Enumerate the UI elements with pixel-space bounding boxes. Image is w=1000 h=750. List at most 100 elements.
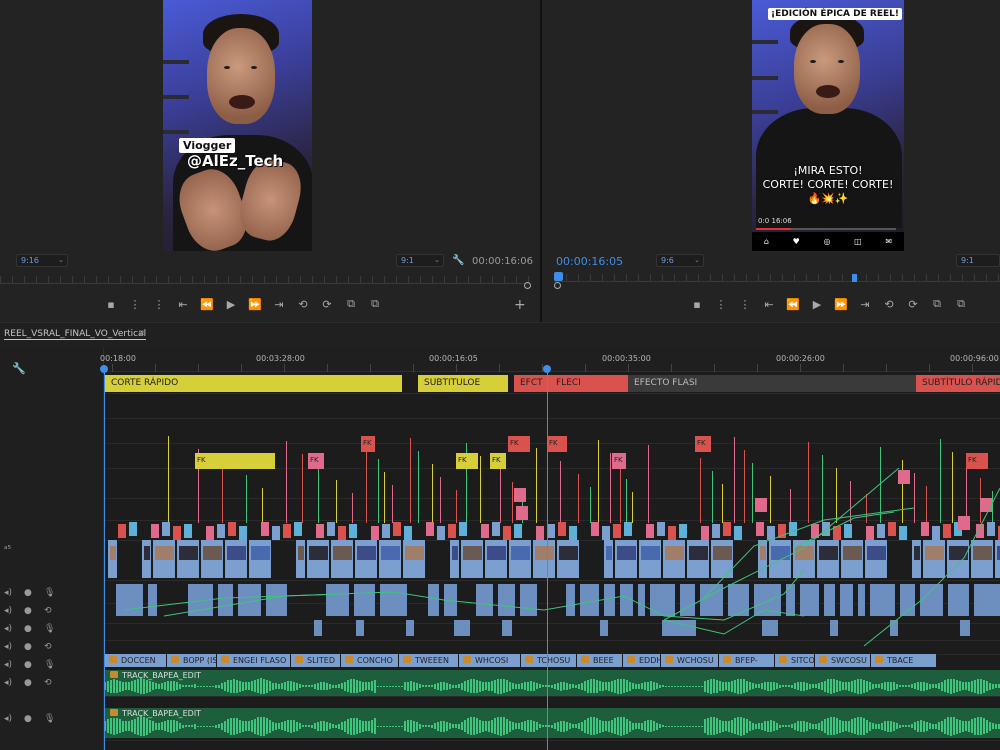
waveform-bar [458, 723, 460, 729]
wrench-icon[interactable]: 🔧 [452, 255, 464, 266]
step-forward-button[interactable]: ⏩ [248, 298, 262, 311]
add-button-icon[interactable]: + [514, 297, 526, 313]
sync-lock-icon[interactable]: ⟲ [44, 642, 52, 652]
compare-button[interactable]: ⧉ [954, 297, 968, 311]
audio-clip[interactable]: ENGEI FLASO [217, 654, 291, 667]
voiceover-mic-icon[interactable]: 🎙 [44, 624, 55, 634]
program-scrub-bar[interactable] [554, 274, 1000, 282]
mute-track-icon[interactable]: ◂) [4, 624, 12, 634]
mark-out-button[interactable]: ⋮ [738, 298, 752, 311]
solo-track-icon[interactable]: ● [24, 624, 32, 634]
program-playhead-handle[interactable] [852, 274, 857, 282]
sync-lock-icon[interactable]: ⟲ [44, 606, 52, 616]
sequence-tab[interactable]: REEL_VSRAL_FINAL_VO_Vertical [4, 329, 147, 340]
audio-clip[interactable]: TBACE [871, 654, 937, 667]
waveform-bar [302, 685, 304, 687]
stop-button[interactable]: ▪ [690, 298, 704, 311]
audio-clip[interactable]: SLITED [291, 654, 341, 667]
voiceover-mic-icon[interactable]: 🎙 [44, 588, 55, 598]
export-frame-button[interactable]: ⧉ [344, 297, 358, 311]
playhead-handle[interactable] [543, 365, 551, 373]
insert-button[interactable]: ⟲ [296, 298, 310, 311]
audio-track-2[interactable]: TRACK_BAPEA_EDIT [104, 708, 1000, 738]
lift-button[interactable]: ⟲ [882, 298, 896, 311]
waveform-bar [785, 725, 787, 727]
solo-track-icon[interactable]: ● [24, 642, 32, 652]
keyframe-lines [123, 467, 1000, 647]
audio-track-1[interactable]: TRACK_BAPEA_EDIT [104, 670, 1000, 696]
audio-clip[interactable]: SITCO [775, 654, 815, 667]
source-scrub-bar[interactable] [0, 276, 530, 284]
waveform-bar [788, 685, 790, 687]
step-forward-button[interactable]: ⏩ [834, 298, 848, 311]
audio-clip[interactable]: DOCCEN [105, 654, 167, 667]
go-to-out-button[interactable]: ⇥ [272, 298, 286, 311]
compare-button[interactable]: ⧉ [368, 297, 382, 311]
solo-track-icon[interactable]: ● [24, 660, 32, 670]
go-to-in-button[interactable]: ⇤ [762, 298, 776, 311]
program-fit-dropdown[interactable]: 9:6 ⌄ [656, 254, 704, 267]
waveform-bar [626, 680, 628, 692]
waveform-bar [698, 685, 700, 687]
audio-clip[interactable]: EDDHO [623, 654, 661, 667]
mute-track-icon[interactable]: ◂) [4, 660, 12, 670]
waveform-bar [440, 681, 442, 691]
export-frame-button[interactable]: ⧉ [930, 297, 944, 311]
waveform-bar [389, 725, 391, 727]
chevron-down-icon: ⌄ [434, 256, 440, 264]
source-quality-dropdown[interactable]: 9:1 ⌄ [396, 254, 444, 267]
source-fit-dropdown[interactable]: 9:16 ⌄ [16, 254, 68, 267]
step-back-button[interactable]: ⏪ [200, 298, 214, 311]
go-to-out-button[interactable]: ⇥ [858, 298, 872, 311]
step-back-button[interactable]: ⏪ [786, 298, 800, 311]
source-out-handle[interactable] [524, 282, 531, 289]
play-button[interactable]: ▶ [224, 298, 238, 311]
solo-track-icon[interactable]: ● [24, 606, 32, 616]
audio-clip[interactable]: BEEE [577, 654, 623, 667]
mute-track-icon[interactable]: ◂) [4, 588, 12, 598]
program-video-frame[interactable]: ¡EDICIÓN ÉPICA DE REEL! ¡MIRA ESTO! CORT… [752, 0, 904, 251]
mark-in-button[interactable]: ⋮ [128, 298, 142, 311]
audio-clip[interactable]: CONCHO [341, 654, 399, 667]
audio-clip[interactable]: TWEEEN [399, 654, 459, 667]
waveform-bar [266, 679, 268, 693]
go-to-in-button[interactable]: ⇤ [176, 298, 190, 311]
mark-out-button[interactable]: ⋮ [152, 298, 166, 311]
program-timecode[interactable]: 00:00:16:05 [556, 255, 623, 268]
mark-in-button[interactable]: ⋮ [714, 298, 728, 311]
voiceover-mic-icon[interactable]: 🎙 [44, 714, 55, 724]
audio-clip[interactable]: BOPP (IS [167, 654, 217, 667]
program-quality-dropdown[interactable]: 9:1 [956, 254, 1000, 267]
audio-clip[interactable]: TCHOSU [521, 654, 577, 667]
overwrite-button[interactable]: ⟳ [320, 298, 334, 311]
stop-button[interactable]: ▪ [104, 298, 118, 311]
program-start-handle[interactable] [554, 282, 561, 289]
waveform-bar [713, 717, 715, 735]
mute-track-icon[interactable]: ◂) [4, 714, 12, 724]
mute-track-icon[interactable]: ◂) [4, 678, 12, 688]
audio-track-name: TRACK_BAPEA_EDIT [110, 709, 201, 718]
program-in-handle[interactable] [554, 272, 563, 281]
source-video-frame[interactable]: Viogger @AlEz_Tech [163, 0, 312, 251]
waveform-bar [539, 724, 541, 728]
solo-track-icon[interactable]: ● [24, 678, 32, 688]
voiceover-mic-icon[interactable]: 🎙 [44, 660, 55, 670]
solo-track-icon[interactable]: ● [24, 588, 32, 598]
sync-lock-icon[interactable]: ⟲ [44, 678, 52, 688]
playhead-line[interactable] [547, 366, 548, 750]
waveform-bar [332, 724, 334, 728]
wrench-icon[interactable]: 🔧 [12, 362, 26, 375]
play-button[interactable]: ▶ [810, 298, 824, 311]
waveform-bar [617, 678, 619, 694]
solo-track-icon[interactable]: ● [24, 714, 32, 724]
mute-track-icon[interactable]: ◂) [4, 642, 12, 652]
audio-clip[interactable]: BFEP- [719, 654, 775, 667]
in-point-handle[interactable] [100, 365, 108, 373]
waveform-bar [251, 720, 253, 732]
extract-button[interactable]: ⟳ [906, 298, 920, 311]
audio-clip[interactable]: SWCOSU [815, 654, 871, 667]
audio-clip[interactable]: WCHOSU [661, 654, 719, 667]
audio-clip[interactable]: WHCOSI [459, 654, 521, 667]
panel-menu-icon[interactable]: ≡ [138, 328, 146, 339]
mute-track-icon[interactable]: ◂) [4, 606, 12, 616]
